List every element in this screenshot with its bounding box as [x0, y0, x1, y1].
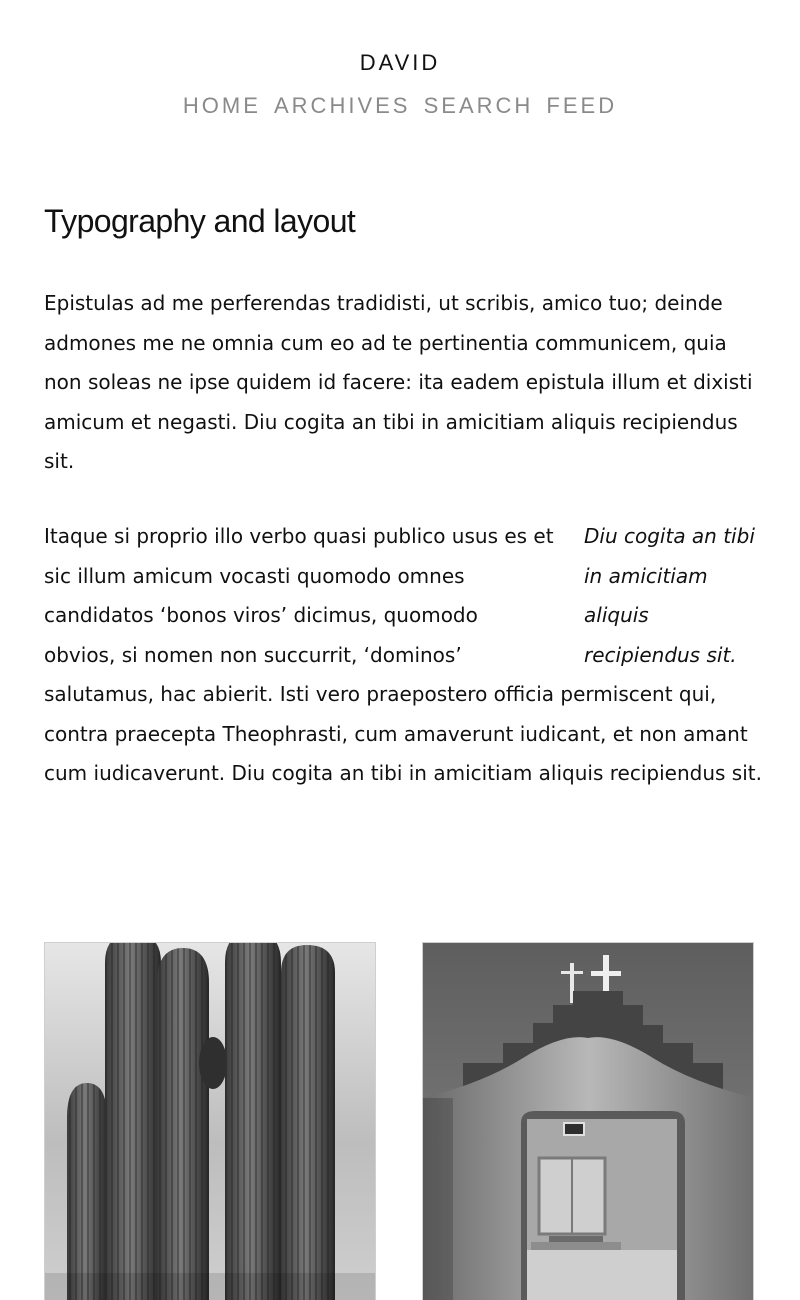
church-photo: [422, 942, 754, 1300]
post-title: Typography and layout: [44, 203, 356, 239]
pull-quote: Diu cogita an tibi in amicitiam aliquis …: [584, 524, 755, 667]
post-paragraph-2-wrap: Diu cogita an tibi in amicitiam aliquis …: [44, 517, 764, 794]
nav-archives-link[interactable]: ARCHIVES: [274, 93, 410, 118]
cactus-photo-art: [45, 943, 375, 1300]
nav-search-link[interactable]: SEARCH: [424, 93, 534, 118]
main-nav: HOME ARCHIVES SEARCH FEED: [0, 93, 800, 119]
church-photo-art: [423, 943, 753, 1300]
nav-home-link[interactable]: HOME: [183, 93, 261, 118]
cactus-photo: [44, 942, 376, 1300]
post-paragraph-1: Epistulas ad me perferendas tradidisti, …: [44, 291, 753, 473]
site-title[interactable]: DAVID: [0, 50, 800, 76]
nav-feed-link[interactable]: FEED: [546, 93, 617, 118]
